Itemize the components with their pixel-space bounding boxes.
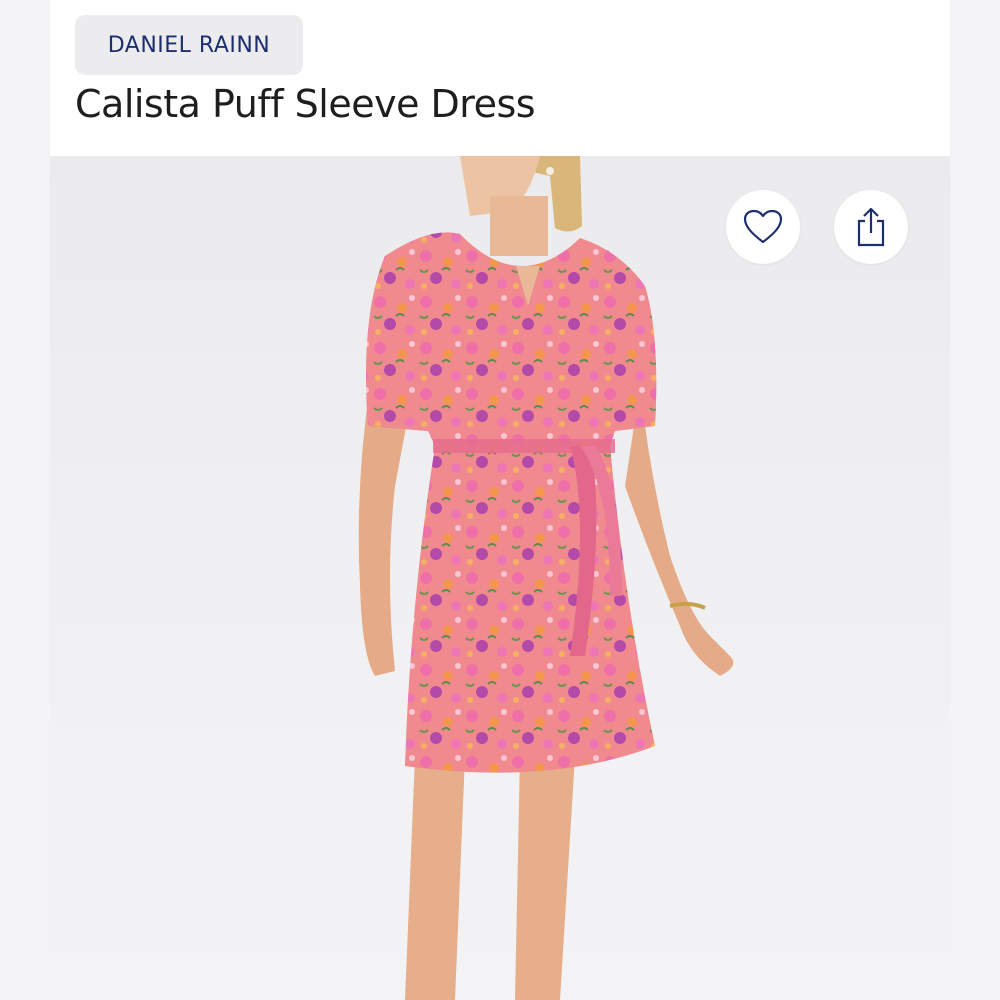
product-title: Calista Puff Sleeve Dress bbox=[75, 82, 536, 126]
brand-label: DANIEL RAINN bbox=[107, 32, 271, 58]
product-image[interactable] bbox=[50, 156, 950, 1000]
product-header: DANIEL RAINN Calista Puff Sleeve Dress bbox=[50, 0, 950, 156]
brand-badge[interactable]: DANIEL RAINN bbox=[75, 15, 303, 75]
product-card: DANIEL RAINN Calista Puff Sleeve Dress bbox=[50, 0, 950, 1000]
share-icon bbox=[857, 207, 885, 247]
heart-outline-icon bbox=[743, 209, 783, 244]
model-photo bbox=[358, 156, 734, 1000]
left-margin bbox=[0, 0, 50, 1000]
share-button[interactable] bbox=[834, 190, 908, 264]
favorite-button[interactable] bbox=[726, 190, 800, 264]
right-margin bbox=[950, 0, 1000, 1000]
